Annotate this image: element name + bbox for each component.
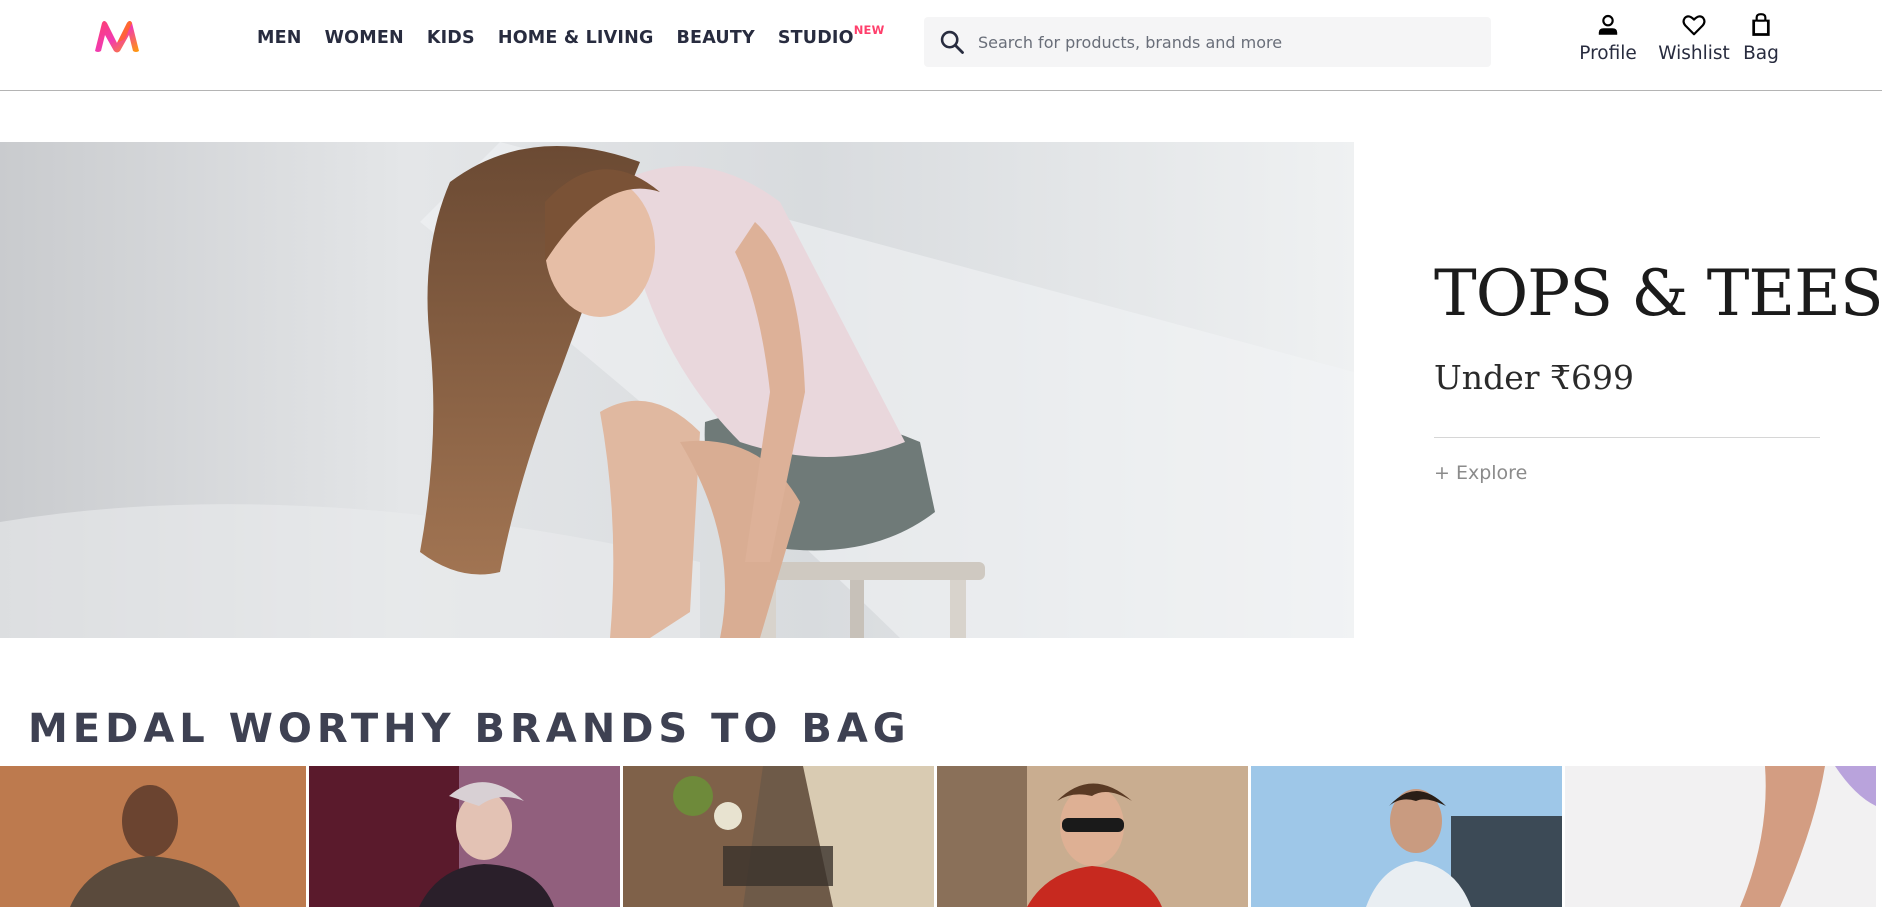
brand-tile-3[interactable] [623,766,934,907]
search-bar[interactable] [924,17,1491,67]
brand-tile-5[interactable] [1251,766,1562,907]
nav-women[interactable]: WOMEN [325,28,404,48]
myntra-logo-icon [95,21,139,53]
profile-button[interactable]: Profile [1572,12,1644,64]
hero-subtitle: Under ₹699 [1434,358,1634,397]
brand-image [1251,766,1562,907]
wishlist-label: Wishlist [1658,43,1730,64]
brand-image [0,766,306,907]
wishlist-button[interactable]: Wishlist [1656,12,1732,64]
brand-image [937,766,1248,907]
brand-image [1565,766,1876,907]
brand-tile-6[interactable] [1565,766,1876,907]
search-input[interactable] [978,17,1491,67]
hero-banner-image[interactable] [0,142,1354,638]
top-header: MEN WOMEN KIDS HOME & LIVING BEAUTY STUD… [0,0,1882,91]
bag-icon [1752,13,1770,36]
model-photo [0,142,1354,638]
search-icon[interactable] [938,28,966,56]
bag-label: Bag [1743,43,1779,64]
nav-men-label: MEN [257,28,302,48]
brand-tiles [0,766,1882,907]
hero-divider [1434,437,1820,438]
hero-title: TOPS & TEES [1434,257,1882,331]
main-nav: MEN WOMEN KIDS HOME & LIVING BEAUTY STUD… [257,23,884,48]
nav-home-living-label: HOME & LIVING [497,28,654,48]
bag-button[interactable]: Bag [1738,12,1784,64]
brand-tile-2[interactable] [309,766,620,907]
myntra-logo[interactable] [92,17,142,55]
nav-beauty[interactable]: BEAUTY [677,28,755,48]
explore-link[interactable]: + Explore [1434,462,1822,484]
nav-kids-label: KIDS [426,28,475,48]
nav-beauty-label: BEAUTY [676,28,755,48]
nav-studio[interactable]: STUDIO NEW [777,23,884,48]
brand-image [623,766,934,907]
hero-copy: TOPS & TEES Under ₹699 + Explore [1434,257,1882,484]
heart-icon [1682,15,1706,36]
profile-icon [1598,14,1618,35]
nav-home-living[interactable]: HOME & LIVING [498,28,654,48]
brand-tile-4[interactable] [937,766,1248,907]
brand-image [309,766,620,907]
section-title: MEDAL WORTHY BRANDS TO BAG [28,706,911,752]
nav-men[interactable]: MEN [257,28,302,48]
nav-studio-label: STUDIO [777,28,854,48]
nav-kids[interactable]: KIDS [427,28,475,48]
new-badge: NEW [853,23,885,37]
profile-label: Profile [1579,43,1637,64]
header-actions: Profile Wishlist Bag [1572,12,1784,64]
brand-tile-1[interactable] [0,766,306,907]
nav-women-label: WOMEN [324,28,404,48]
